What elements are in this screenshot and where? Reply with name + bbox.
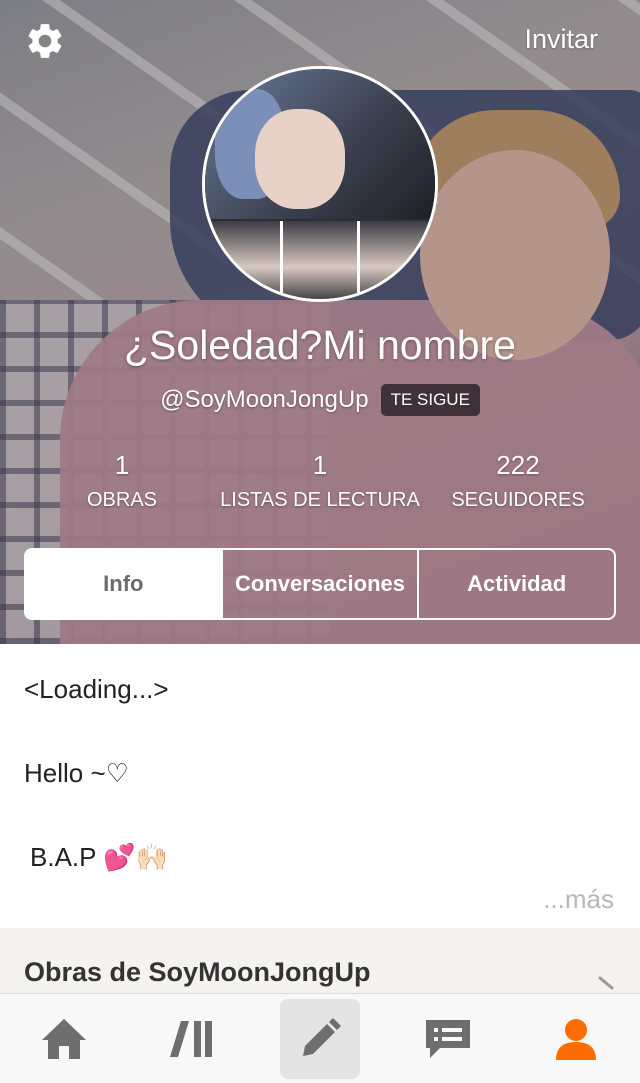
stat-works-label: OBRAS (86, 489, 158, 511)
stat-reading-lists[interactable]: 1 LISTAS DE LECTURA (220, 450, 420, 512)
write-icon (303, 1017, 341, 1056)
stat-followers-value: 222 (496, 450, 540, 480)
nav-messages[interactable] (384, 994, 512, 1083)
display-name: ¿Soledad?Mi nombre (124, 322, 516, 368)
about-line: Hello ~♡ (24, 758, 129, 788)
stat-followers[interactable]: 222 SEGUIDORES (418, 450, 618, 512)
works-title: Obras de SoyMoonJongUp (24, 957, 371, 987)
stat-reading-lists-value: 1 (312, 450, 328, 480)
tab-conversations[interactable]: Conversaciones (220, 550, 418, 618)
stat-works-value: 1 (114, 450, 130, 480)
about-section: <Loading...> Hello ~♡ B.A.P 💕🙌🏻 ...más (0, 644, 640, 928)
home-icon (42, 1018, 86, 1059)
stat-works[interactable]: 1 OBRAS (22, 450, 222, 512)
bottom-nav (0, 993, 640, 1083)
profile-header: Invitar ¿Soledad?Mi nombre @SoyMoonJongU… (0, 0, 640, 644)
profile-icon (556, 1018, 596, 1060)
library-icon (170, 1020, 212, 1057)
handle-row: @SoyMoonJongUp TE SIGUE (0, 384, 640, 416)
avatar[interactable] (202, 66, 438, 302)
follows-you-badge: TE SIGUE (380, 384, 480, 416)
more-link[interactable]: ...más (543, 884, 614, 915)
stat-followers-label: SEGUIDORES (451, 489, 585, 511)
about-line: B.A.P 💕🙌🏻 (30, 842, 168, 872)
profile-stats: 1 OBRAS 1 LISTAS DE LECTURA 222 SEGUIDOR… (0, 450, 640, 520)
username-handle: @SoyMoonJongUp (160, 386, 369, 413)
nav-home[interactable] (0, 994, 128, 1083)
nav-profile[interactable] (512, 994, 640, 1083)
about-line: <Loading...> (24, 674, 169, 704)
gear-icon[interactable] (24, 20, 66, 62)
works-section[interactable]: Obras de SoyMoonJongUp (0, 928, 640, 993)
stat-reading-lists-label: LISTAS DE LECTURA (220, 489, 420, 511)
tab-info[interactable]: Info (26, 550, 221, 618)
nav-library[interactable] (128, 994, 256, 1083)
nav-write[interactable] (256, 994, 384, 1083)
messages-icon (426, 1019, 470, 1058)
tab-activity[interactable]: Actividad (417, 550, 614, 618)
profile-tabs: Info Conversaciones Actividad (24, 548, 616, 620)
invite-button[interactable]: Invitar (524, 24, 598, 55)
